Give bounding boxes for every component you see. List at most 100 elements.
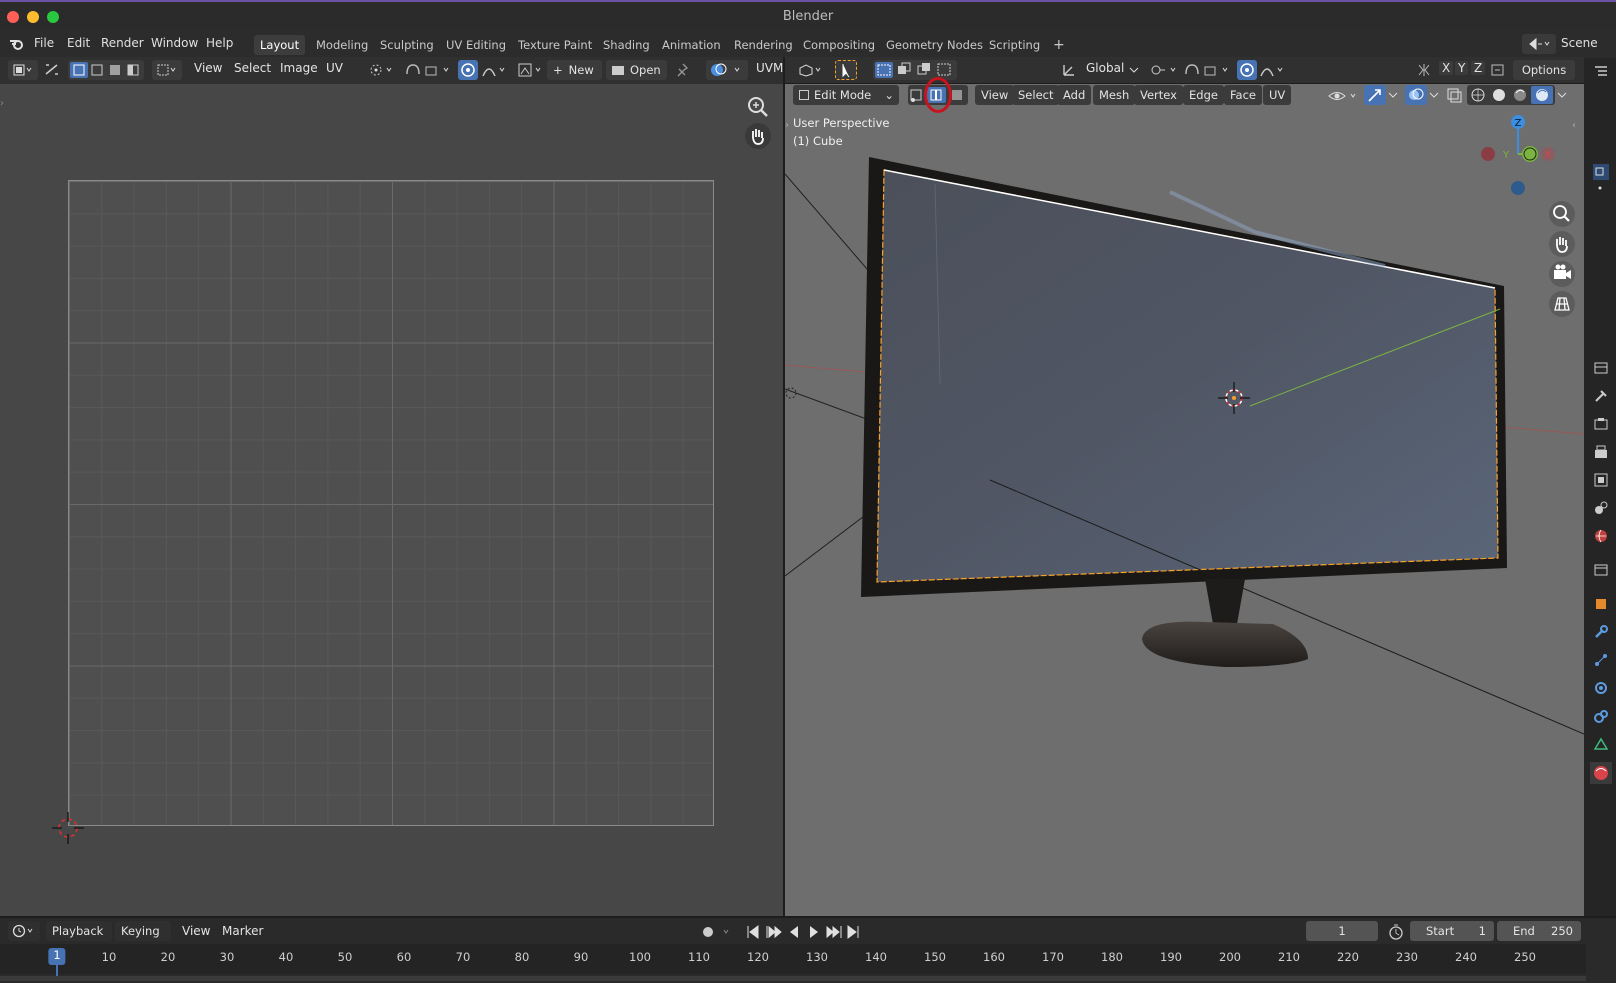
navigation-gizmo[interactable]: Z Y X xyxy=(1468,114,1568,196)
sticky-selection-button[interactable] xyxy=(152,60,182,80)
material-properties-icon[interactable] xyxy=(1590,762,1612,784)
tab-geometry-nodes[interactable]: Geometry Nodes xyxy=(880,35,989,55)
scene-name[interactable]: Scene xyxy=(1561,36,1598,50)
chevron-down-icon[interactable] xyxy=(1557,90,1567,100)
modifier-wrench-icon[interactable] xyxy=(1593,624,1609,640)
menu-window[interactable]: Window xyxy=(151,36,198,50)
render-properties-icon[interactable] xyxy=(1593,416,1609,432)
camera-view-icon[interactable] xyxy=(1547,259,1577,289)
viewport-menu-select[interactable]: Select xyxy=(1012,85,1060,105)
play-reverse-icon[interactable] xyxy=(790,926,798,938)
2d-cursor-icon[interactable] xyxy=(50,810,86,846)
left-panel-expand-icon[interactable]: › xyxy=(0,98,4,109)
blender-logo-icon[interactable] xyxy=(8,36,26,52)
tab-compositing[interactable]: Compositing xyxy=(797,35,881,55)
timeline-menu-marker[interactable]: Marker xyxy=(222,924,263,938)
collection-properties-icon[interactable] xyxy=(1593,562,1609,578)
tab-animation[interactable]: Animation xyxy=(656,35,727,55)
keying-menu[interactable]: Keying ⌄ xyxy=(115,921,171,958)
3d-viewport[interactable]: User Perspective (1) Cube Z Y X › ‹ xyxy=(785,84,1584,916)
object-data-mesh-icon[interactable] xyxy=(1593,736,1609,752)
timeline-scrollbar[interactable] xyxy=(0,976,1586,981)
options-dropdown[interactable]: Options ⌄ xyxy=(1513,60,1575,97)
output-properties-icon[interactable] xyxy=(1593,444,1609,460)
uv-sync-selection-icon[interactable] xyxy=(43,62,61,78)
timeline-menu-view[interactable]: View xyxy=(182,924,210,938)
tab-shading[interactable]: Shading xyxy=(597,35,656,55)
mirror-x-toggle[interactable]: X xyxy=(1439,61,1454,75)
uv-map-label[interactable]: UVM xyxy=(756,61,783,75)
zoom-icon[interactable] xyxy=(744,93,772,121)
falloff-curve-icon[interactable] xyxy=(1259,62,1287,78)
playhead-frame-indicator[interactable]: 1 xyxy=(48,948,66,965)
viewport-menu-edge[interactable]: Edge xyxy=(1183,85,1224,105)
pan-hand-icon[interactable] xyxy=(1547,229,1577,259)
editor-type-button[interactable] xyxy=(8,60,38,80)
timeline-editor-type-button[interactable] xyxy=(8,921,40,941)
mirror-z-toggle[interactable]: Z xyxy=(1471,61,1486,75)
view-layer-icon[interactable] xyxy=(1593,472,1609,488)
viewport-menu-uv[interactable]: UV xyxy=(1263,85,1292,105)
chevron-down-icon[interactable] xyxy=(1429,90,1439,100)
menu-file[interactable]: File xyxy=(34,36,54,50)
tab-uv-editing[interactable]: UV Editing xyxy=(440,35,512,55)
scene-properties-icon[interactable] xyxy=(1593,500,1609,516)
viewport-menu-mesh[interactable]: Mesh xyxy=(1093,85,1136,105)
open-image-button[interactable]: Open xyxy=(606,60,667,80)
viewport-menu-face[interactable]: Face xyxy=(1224,85,1263,105)
visibility-eye-icon[interactable] xyxy=(1327,87,1361,105)
scene-selector-button[interactable] xyxy=(1522,34,1556,54)
object-properties-icon[interactable] xyxy=(1593,596,1609,612)
timeline-frame-ruler[interactable]: 1 10 20 30 40 50 60 70 80 90 100 110 120… xyxy=(0,944,1586,976)
uv-editor-canvas[interactable]: › xyxy=(0,84,783,916)
editor-type-3d-viewport-icon[interactable] xyxy=(797,62,825,78)
menu-edit[interactable]: Edit xyxy=(67,36,90,50)
auto-merge-icon[interactable] xyxy=(1490,62,1506,78)
constraints-icon[interactable] xyxy=(1593,708,1609,724)
overlays-toggle[interactable] xyxy=(1405,85,1427,105)
viewport-menu-vertex[interactable]: Vertex xyxy=(1134,85,1183,105)
play-icon[interactable] xyxy=(810,926,818,938)
world-properties-icon[interactable] xyxy=(1593,528,1609,544)
snap-icon[interactable] xyxy=(1183,62,1233,78)
falloff-curve-icon[interactable] xyxy=(481,62,509,78)
jump-to-end-icon[interactable] xyxy=(847,925,859,939)
viewport-shading-icons[interactable] xyxy=(1467,85,1555,105)
uv-menu-select[interactable]: Select xyxy=(234,61,271,75)
particles-icon[interactable] xyxy=(1593,652,1609,668)
transform-orientation-value[interactable]: Global xyxy=(1086,61,1124,75)
start-frame-field[interactable]: Start 1 xyxy=(1410,921,1494,941)
jump-to-keyframe-forward-icon[interactable] xyxy=(826,925,842,939)
selection-mode-icons[interactable] xyxy=(873,60,957,80)
pivot-point-icon[interactable] xyxy=(1149,62,1183,78)
wrench-screwdriver-icon[interactable] xyxy=(1593,388,1609,404)
viewport-menu-view[interactable]: View xyxy=(975,85,1015,105)
add-workspace-button[interactable]: + xyxy=(1047,35,1071,55)
new-image-button[interactable]: + New xyxy=(547,60,602,80)
stopwatch-icon[interactable] xyxy=(1387,923,1405,941)
overlays-toggle[interactable] xyxy=(706,60,748,80)
auto-keying-record-icon[interactable] xyxy=(700,923,734,941)
select-tool-button[interactable] xyxy=(835,60,857,80)
end-frame-field[interactable]: End 250 xyxy=(1497,921,1581,941)
tab-modeling[interactable]: Modeling xyxy=(310,35,374,55)
current-frame-field[interactable]: 1 xyxy=(1306,921,1378,941)
zoom-icon[interactable] xyxy=(1547,199,1577,229)
mirror-icon[interactable] xyxy=(1416,62,1432,78)
mirror-y-toggle[interactable]: Y xyxy=(1455,61,1469,75)
viewport-menu-add[interactable]: Add xyxy=(1057,85,1092,105)
tab-rendering[interactable]: Rendering xyxy=(728,35,799,55)
tab-layout[interactable]: Layout xyxy=(254,35,306,55)
snap-icon[interactable] xyxy=(404,62,452,78)
mode-dropdown[interactable]: Edit Mode ⌄ xyxy=(793,85,899,105)
pin-icon[interactable] xyxy=(674,62,692,78)
outliner-icon[interactable] xyxy=(1593,64,1609,78)
uv-menu-uv[interactable]: UV xyxy=(326,61,343,75)
grid-perspective-icon[interactable] xyxy=(1547,289,1577,319)
tab-texture-paint[interactable]: Texture Paint xyxy=(512,35,598,55)
toolbar-expand-icon[interactable]: › xyxy=(785,120,789,131)
jump-to-start-icon[interactable] xyxy=(747,925,759,939)
pivot-point-icon[interactable] xyxy=(368,62,396,78)
tab-scripting[interactable]: Scripting xyxy=(983,35,1046,55)
menu-render[interactable]: Render xyxy=(101,36,144,50)
